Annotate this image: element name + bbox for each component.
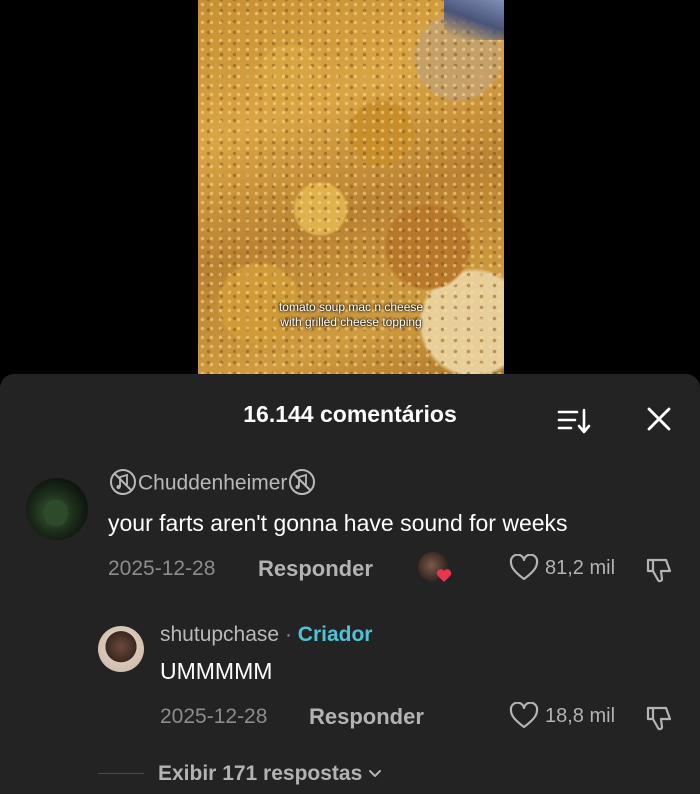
reply-date: 2025-12-28 xyxy=(160,705,268,728)
comments-sheet: 16.144 comentários Chuddenheimer your fa… xyxy=(0,374,700,794)
reply-username-row[interactable]: shutupchase · Criador xyxy=(160,623,372,647)
comment-username[interactable]: Chuddenheimer xyxy=(138,472,287,495)
dislike-icon[interactable] xyxy=(644,702,674,732)
replies-divider xyxy=(98,773,144,774)
heart-icon[interactable] xyxy=(509,554,539,582)
separator-dot: · xyxy=(284,623,292,646)
video-caption: tomato soup mac n cheese with grilled ch… xyxy=(198,300,504,330)
like-button[interactable]: 81,2 mil xyxy=(509,554,615,582)
heart-icon[interactable] xyxy=(509,702,539,730)
comment-text: your farts aren't gonna have sound for w… xyxy=(108,510,568,536)
like-count: 81,2 mil xyxy=(545,556,616,579)
no-sound-icon xyxy=(289,469,316,495)
video-caption-line-1: tomato soup mac n cheese xyxy=(278,300,424,314)
comments-count-title: 16.144 comentários xyxy=(243,401,457,427)
heart-icon xyxy=(436,569,452,582)
reply-text: UMMMMM xyxy=(160,658,273,684)
creator-badge: Criador xyxy=(297,623,373,646)
view-replies-label[interactable]: Exibir 171 respostas xyxy=(158,762,362,786)
view-replies-button[interactable]: Exibir 171 respostas xyxy=(158,762,382,786)
close-icon[interactable] xyxy=(646,406,672,432)
avatar[interactable] xyxy=(26,478,88,540)
video-background-detail xyxy=(444,0,504,40)
video-frame[interactable]: tomato soup mac n cheese with grilled ch… xyxy=(198,0,504,380)
sort-icon[interactable] xyxy=(557,406,591,436)
comment-date: 2025-12-28 xyxy=(108,557,216,580)
dislike-icon[interactable] xyxy=(644,554,674,584)
like-count: 18,8 mil xyxy=(545,704,616,727)
video-area: tomato soup mac n cheese with grilled ch… xyxy=(0,0,700,380)
like-button[interactable]: 18,8 mil xyxy=(509,702,615,730)
video-caption-line-2: with grilled cheese topping xyxy=(280,315,422,329)
no-sound-icon xyxy=(110,469,136,495)
comment-username-row[interactable]: Chuddenheimer xyxy=(108,469,317,497)
chevron-down-icon[interactable] xyxy=(368,769,382,779)
reply-button[interactable]: Responder xyxy=(258,556,373,582)
reply-button[interactable]: Responder xyxy=(309,704,424,730)
reply-username[interactable]: shutupchase xyxy=(160,623,279,646)
avatar[interactable] xyxy=(98,626,144,672)
